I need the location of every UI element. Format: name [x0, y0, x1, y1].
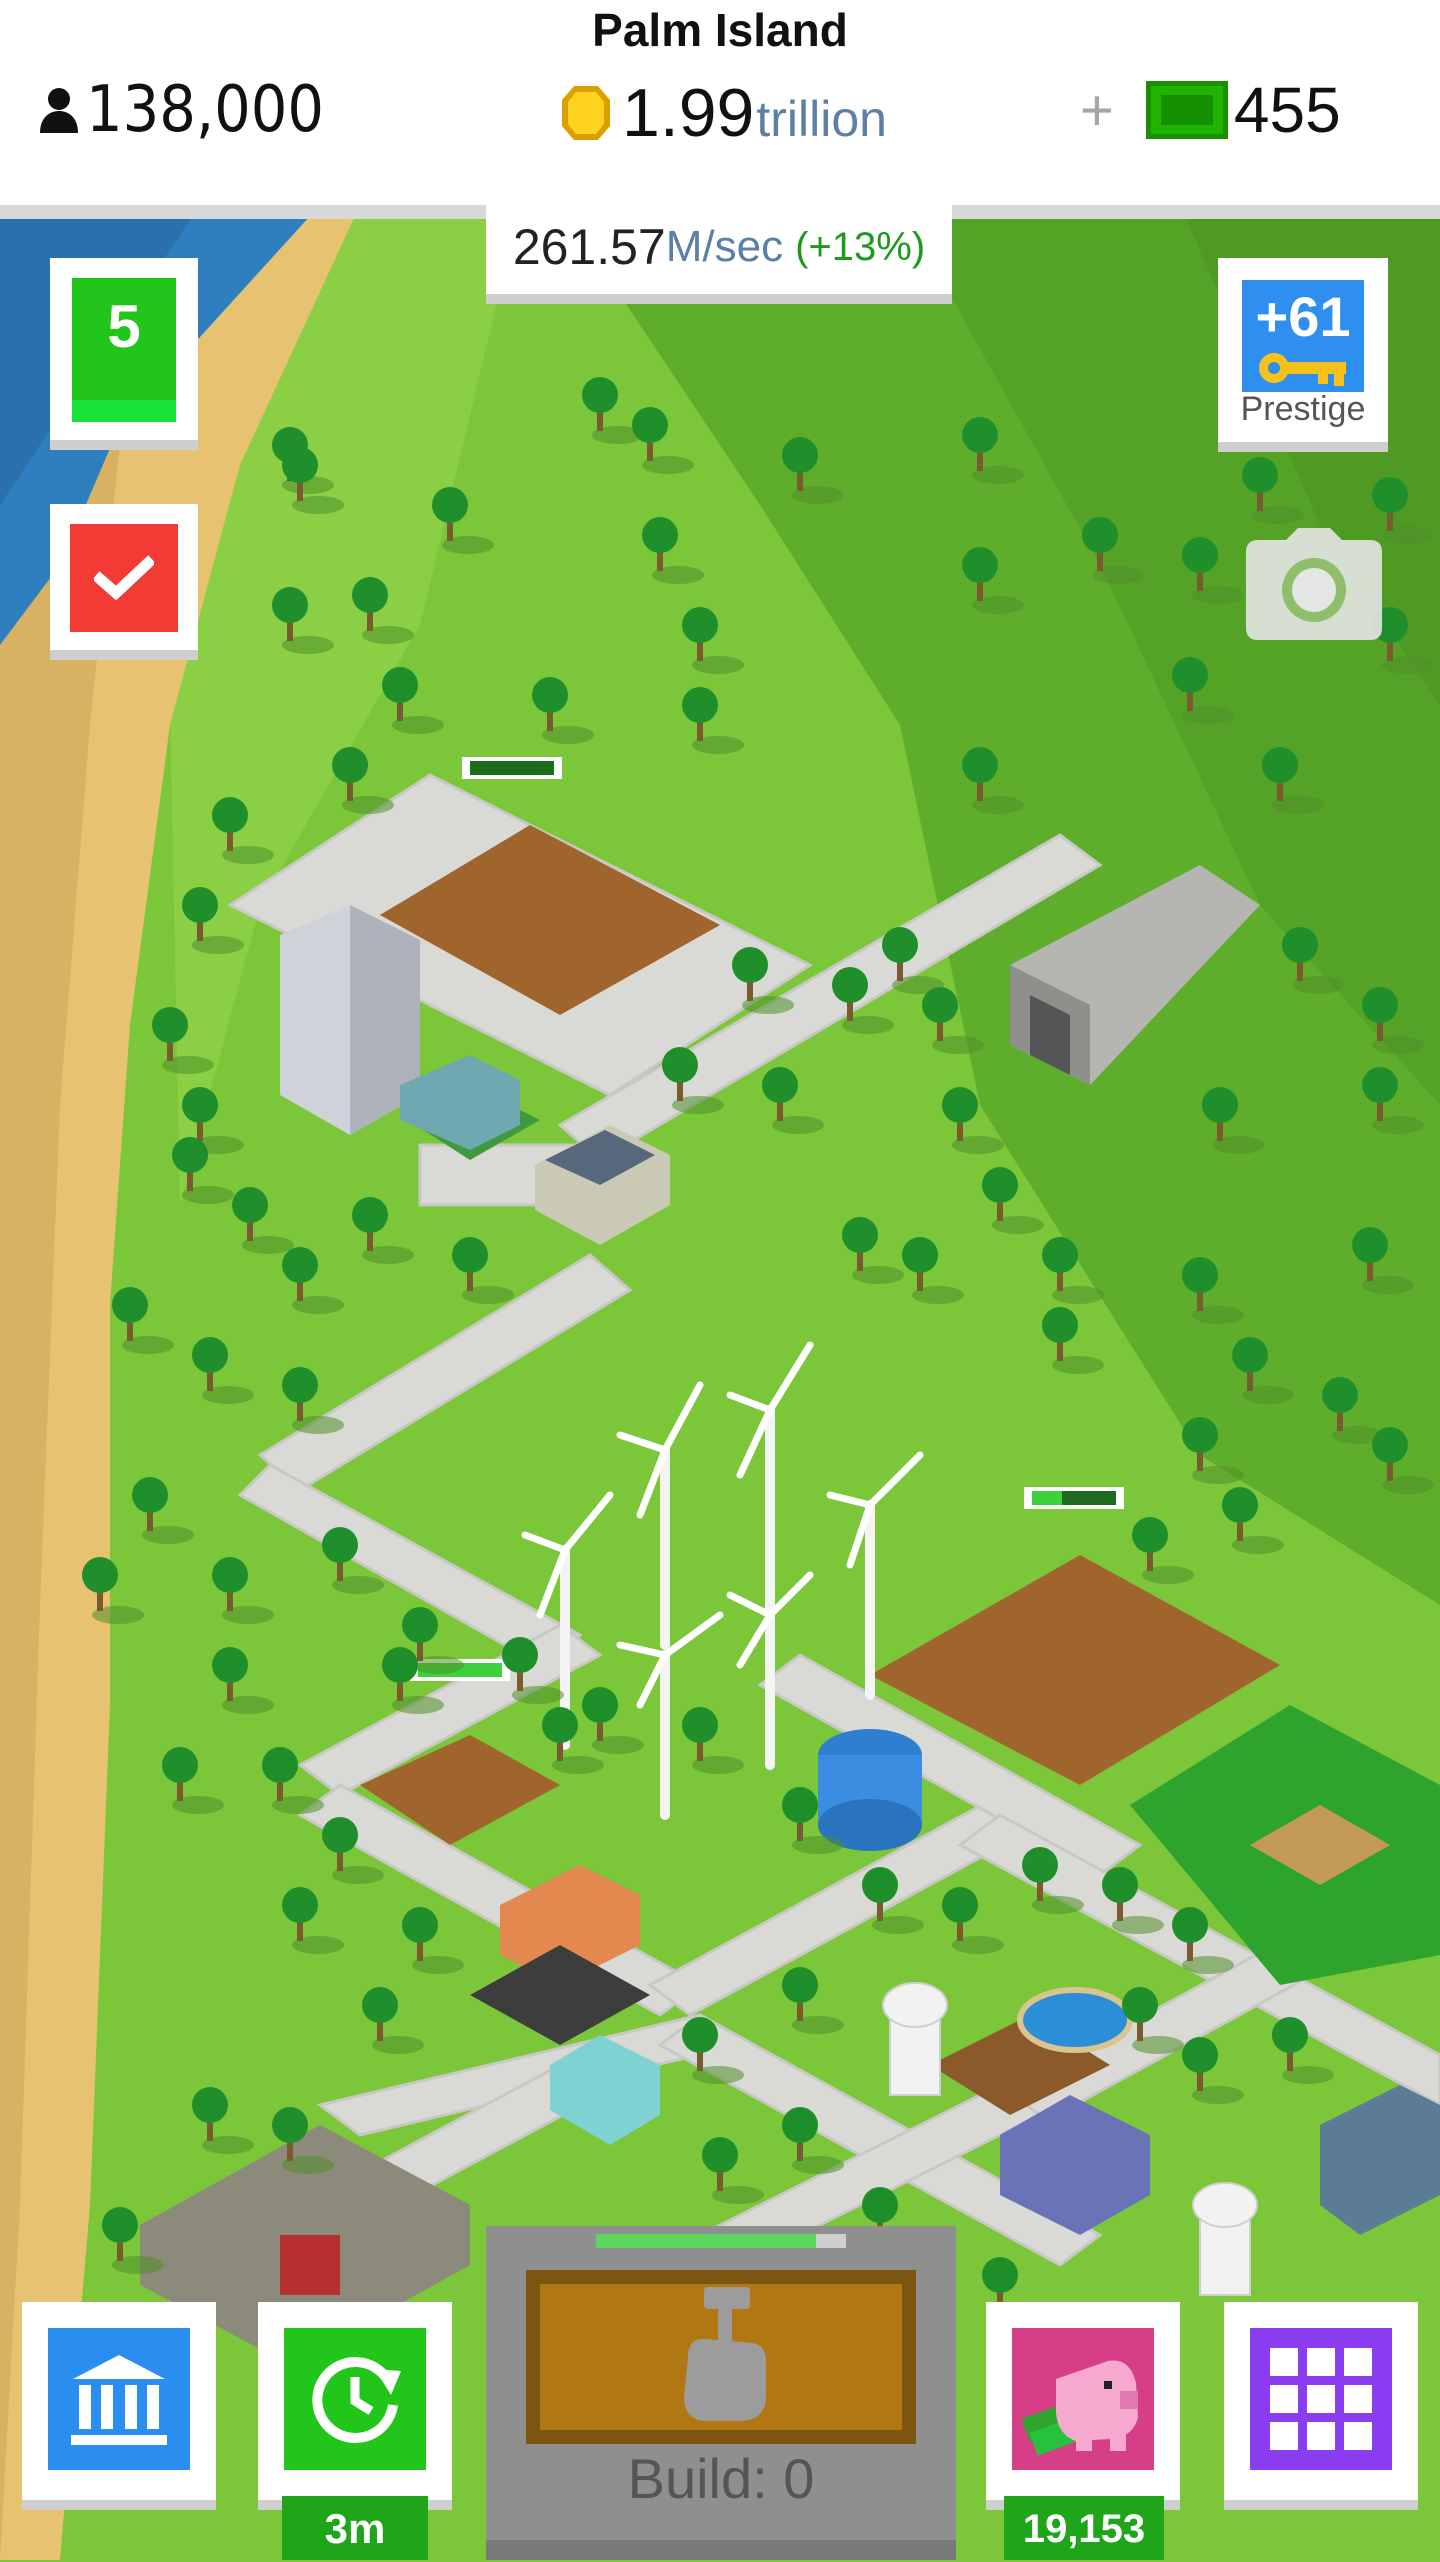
- prestige-label: Prestige: [1240, 390, 1366, 428]
- population-value: 138,000: [86, 73, 325, 147]
- build-label: Build: 0: [627, 2447, 815, 2510]
- bank-button[interactable]: [22, 2302, 216, 2510]
- prestige-badge: +61: [1242, 280, 1364, 392]
- goals-button[interactable]: [50, 504, 198, 660]
- clock-refresh-icon: [312, 2357, 401, 2443]
- piggy-bank-icon: [1021, 2360, 1138, 2456]
- cash-value: 455: [1233, 74, 1341, 146]
- build-panel[interactable]: Build: 0: [486, 2226, 956, 2560]
- population-display: 138,000: [38, 70, 324, 150]
- camera-icon[interactable]: [1246, 528, 1382, 640]
- menu-grid-badge: [1250, 2328, 1392, 2470]
- time-boost-label: 3m: [282, 2496, 428, 2560]
- island-name[interactable]: Palm Island: [0, 0, 1440, 60]
- build-button[interactable]: [526, 2270, 916, 2444]
- coins-display: 1.99 trillion: [560, 70, 887, 156]
- key-icon: [1259, 353, 1346, 386]
- prestige-count: +61: [1255, 285, 1351, 348]
- time-boost-button[interactable]: [258, 2302, 452, 2510]
- level-progress-bar: [72, 400, 176, 422]
- goals-badge: [70, 524, 178, 632]
- level-badge: 5: [72, 278, 176, 404]
- top-bar: Palm Island 138,000 1.99 trillion + 455: [0, 0, 1440, 205]
- grid-icon: [1270, 2348, 1372, 2450]
- cash-icon: [1145, 81, 1228, 139]
- time-boost-badge: [284, 2328, 426, 2470]
- coins-value: 1.99: [622, 75, 755, 151]
- piggy-bank-badge: [1012, 2328, 1154, 2470]
- build-progress-fill: [596, 2234, 816, 2248]
- income-rate: 261.57 M/sec (+13%): [486, 200, 952, 304]
- add-cash-button[interactable]: +: [1080, 77, 1114, 144]
- income-unit: M/sec: [665, 222, 784, 271]
- build-progress-bar: [596, 2234, 846, 2248]
- level-button[interactable]: 5: [50, 258, 198, 450]
- cash-display[interactable]: + 455: [1080, 70, 1341, 150]
- hammer-hand-icon: [684, 2287, 766, 2421]
- build-panel-base: [486, 2540, 956, 2560]
- menu-grid-button[interactable]: [1224, 2302, 1418, 2510]
- check-icon: [94, 555, 154, 601]
- income-value: 261.57: [512, 219, 666, 275]
- piggy-bank-button[interactable]: [986, 2302, 1180, 2510]
- person-icon: [40, 88, 78, 133]
- island-map[interactable]: [0, 205, 1440, 2560]
- map-terrain: [0, 205, 1440, 2560]
- level-number: 5: [107, 293, 141, 360]
- income-bonus: (+13%): [795, 224, 926, 269]
- coins-unit: trillion: [756, 91, 887, 147]
- bank-icon: [71, 2355, 167, 2445]
- piggy-bank-amount: 19,153: [1004, 2496, 1164, 2560]
- coin-icon: [562, 86, 610, 140]
- prestige-button[interactable]: +61 Prestige: [1218, 258, 1388, 452]
- bank-badge: [48, 2328, 190, 2470]
